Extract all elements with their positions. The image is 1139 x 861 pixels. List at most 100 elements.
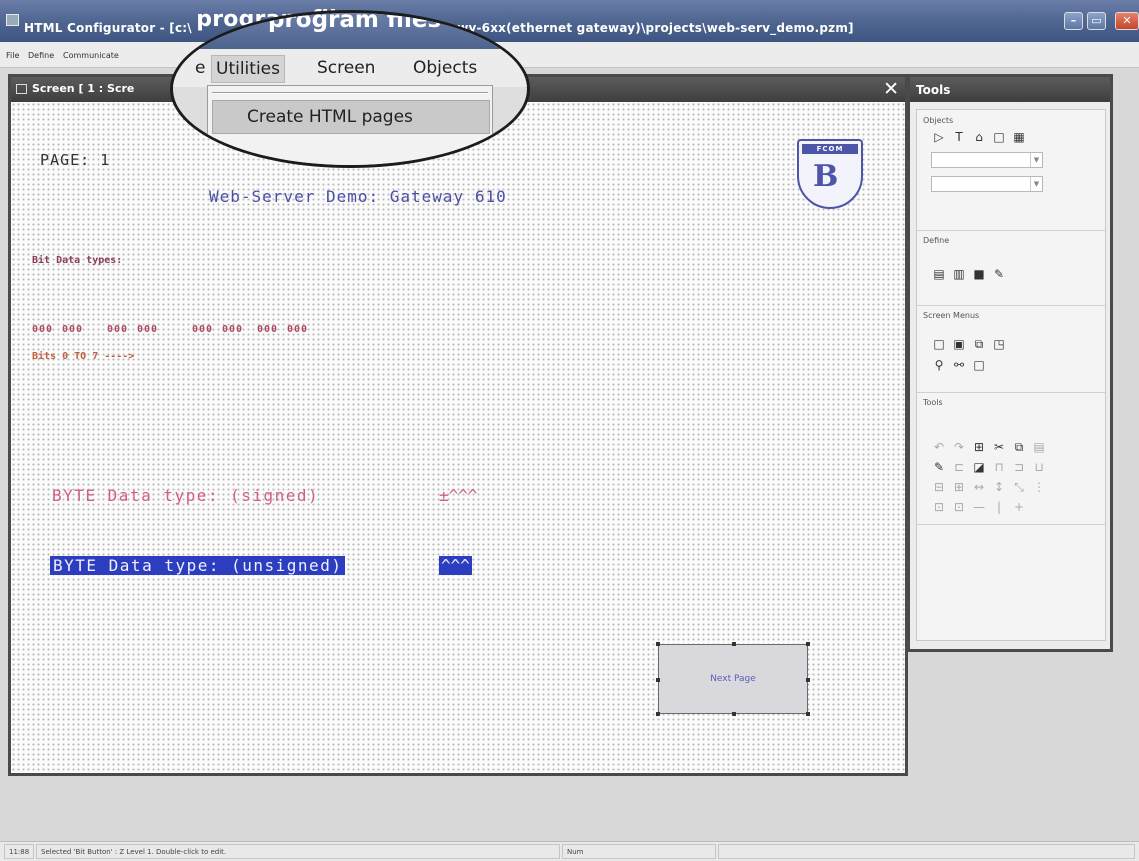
- resize-handle[interactable]: [656, 642, 660, 646]
- status-message: Selected 'Bit Button' : Z Level 1. Doubl…: [36, 844, 560, 859]
- copy-screen-icon[interactable]: ⧉: [971, 337, 987, 353]
- minimize-button[interactable]: –: [1064, 12, 1083, 30]
- frame-icon[interactable]: □: [971, 358, 987, 374]
- resize-handle[interactable]: [656, 678, 660, 682]
- objects-section-label: Objects: [923, 116, 954, 125]
- export-screen-icon[interactable]: ◳: [991, 337, 1007, 353]
- menu-file[interactable]: File: [6, 51, 19, 60]
- chevron-down-icon: ▼: [1030, 177, 1042, 191]
- bit-types-label[interactable]: Bit Data types:: [32, 255, 122, 266]
- image-tool-icon[interactable]: ⌂: [971, 130, 987, 146]
- redo-icon[interactable]: ↷: [951, 440, 967, 456]
- edit-icon[interactable]: ✎: [931, 460, 947, 476]
- design-canvas[interactable]: PAGE: 1 Web-Server Demo: Gateway 610 FCO…: [11, 102, 905, 773]
- bit-value[interactable]: 000: [62, 324, 83, 335]
- window-icon: [16, 84, 27, 94]
- resize-handle[interactable]: [806, 678, 810, 682]
- same-height-icon[interactable]: ↕: [991, 480, 1007, 496]
- properties-icon[interactable]: ✎: [991, 267, 1007, 283]
- copy-icon[interactable]: ⧉: [1011, 440, 1027, 456]
- link-icon[interactable]: ⚲: [931, 358, 947, 374]
- new-file-icon[interactable]: ▤: [931, 267, 947, 283]
- align-bottom-icon[interactable]: ⊔: [1031, 460, 1047, 476]
- byte-signed-value[interactable]: ±^^^: [439, 486, 478, 505]
- vertical-line-icon[interactable]: |: [991, 500, 1007, 516]
- menu-communicate[interactable]: Communicate: [63, 51, 119, 60]
- create-html-pages-menu-item[interactable]: Create HTML pages: [212, 100, 490, 134]
- logo-mark: B: [813, 159, 839, 194]
- create-html-pages-label: Create HTML pages: [247, 107, 413, 127]
- cut-icon[interactable]: ✂: [991, 440, 1007, 456]
- align-top-icon[interactable]: ⊓: [991, 460, 1007, 476]
- byte-unsigned-label[interactable]: BYTE Data type: (unsigned): [50, 556, 346, 575]
- next-page-button[interactable]: Next Page: [656, 642, 810, 716]
- menu-screen[interactable]: Screen: [317, 58, 375, 78]
- screen-window: Screen [ 1 : Scre ✕ PAGE: 1 Web-Server D…: [8, 74, 908, 776]
- open-folder-icon[interactable]: ▥: [951, 267, 967, 283]
- horizontal-line-icon[interactable]: —: [971, 500, 987, 516]
- new-screen-icon[interactable]: □: [931, 337, 947, 353]
- company-logo[interactable]: FCOM B: [797, 139, 863, 209]
- page-label[interactable]: PAGE: 1: [40, 151, 110, 169]
- screen-menus-section-label: Screen Menus: [923, 311, 980, 320]
- pointer-tool-icon[interactable]: ▷: [931, 130, 947, 146]
- same-width-icon[interactable]: ↔: [971, 480, 987, 496]
- bring-front-icon[interactable]: ◪: [971, 460, 987, 476]
- resize-handle[interactable]: [732, 712, 736, 716]
- resize-handle[interactable]: [806, 642, 810, 646]
- space-evenly-icon[interactable]: ⋮: [1031, 480, 1047, 496]
- distribute-icon[interactable]: ⊡: [931, 500, 947, 516]
- rectangle-tool-icon[interactable]: □: [991, 130, 1007, 146]
- grid-icon[interactable]: ⊞: [971, 440, 987, 456]
- save-icon[interactable]: ■: [971, 267, 987, 283]
- undo-icon[interactable]: ↶: [931, 440, 947, 456]
- bit-value[interactable]: 000: [107, 324, 128, 335]
- zoom-magnifier: program files e Utilities Screen Objects…: [170, 10, 530, 168]
- maximize-button[interactable]: ▭: [1087, 12, 1106, 30]
- unlink-icon[interactable]: ⚯: [951, 358, 967, 374]
- tools-window-title[interactable]: Tools: [910, 77, 1110, 102]
- byte-unsigned-value[interactable]: ^^^: [439, 556, 472, 575]
- tools-panel: Objects ▷ T ⌂ □ ▦ ▼ ▼ Define ▤ ▥ ■ ✎ Scr…: [916, 109, 1106, 641]
- screen-window-title: Screen [ 1 : Scre: [32, 82, 135, 95]
- bits-range-label[interactable]: Bits 0 TO 7 ---->: [32, 351, 134, 362]
- distribute-vertical-icon[interactable]: ⊡: [951, 500, 967, 516]
- bit-value[interactable]: 000: [137, 324, 158, 335]
- status-coordinates: 11:88: [4, 844, 34, 859]
- status-extra: [718, 844, 1135, 859]
- text-tool-icon[interactable]: T: [951, 130, 967, 146]
- crosshair-icon[interactable]: +: [1011, 500, 1027, 516]
- utilities-dropdown: Create HTML pages: [207, 85, 493, 165]
- align-left-icon[interactable]: ⊏: [951, 460, 967, 476]
- screen-settings-icon[interactable]: ▣: [951, 337, 967, 353]
- logo-band: FCOM: [802, 144, 858, 154]
- bit-value[interactable]: 000: [257, 324, 278, 335]
- menu-utilities[interactable]: Utilities: [211, 55, 285, 83]
- screen-window-close-button[interactable]: ✕: [883, 77, 899, 101]
- title-bar: HTML Configurator - [c:\ program files \…: [0, 0, 1139, 42]
- bit-value[interactable]: 000: [192, 324, 213, 335]
- close-button[interactable]: ✕: [1115, 12, 1139, 30]
- bitmap-tool-icon[interactable]: ▦: [1011, 130, 1027, 146]
- same-size-icon[interactable]: ⤡: [1011, 480, 1027, 496]
- menu-define[interactable]: Define: [28, 51, 54, 60]
- object-type-select[interactable]: ▼: [931, 152, 1043, 168]
- section-divider: [917, 305, 1105, 306]
- center-horizontal-icon[interactable]: ⊟: [931, 480, 947, 496]
- resize-handle[interactable]: [656, 712, 660, 716]
- bit-value[interactable]: 000: [32, 324, 53, 335]
- object-property-select[interactable]: ▼: [931, 176, 1043, 192]
- center-vertical-icon[interactable]: ⊞: [951, 480, 967, 496]
- resize-handle[interactable]: [732, 642, 736, 646]
- paste-icon[interactable]: ▤: [1031, 440, 1047, 456]
- menu-bar: File Define Communicate: [0, 42, 1139, 68]
- gateway-title-text[interactable]: Web-Server Demo: Gateway 610: [209, 187, 507, 206]
- resize-handle[interactable]: [806, 712, 810, 716]
- menu-objects[interactable]: Objects: [413, 58, 477, 78]
- align-right-icon[interactable]: ⊐: [1011, 460, 1027, 476]
- magnified-menu-communicate-tail: e: [195, 58, 206, 78]
- tools-section-label: Tools: [923, 398, 943, 407]
- bit-value[interactable]: 000: [222, 324, 243, 335]
- byte-signed-label[interactable]: BYTE Data type: (signed): [52, 486, 319, 505]
- bit-value[interactable]: 000: [287, 324, 308, 335]
